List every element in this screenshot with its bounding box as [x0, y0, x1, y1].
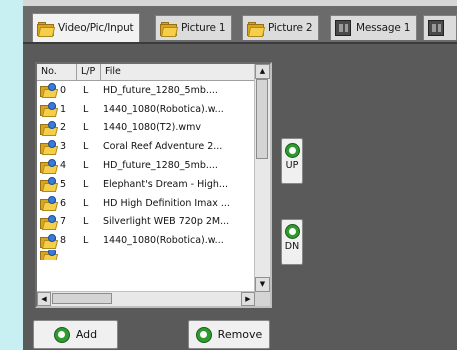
- item-file: HD_future_1280_5mb....: [103, 84, 218, 96]
- item-number: 1: [60, 103, 67, 115]
- vertical-scrollbar[interactable]: ▲ ▼: [254, 64, 270, 292]
- tab-bar: Video/Pic/Input Picture 1 Picture 2 Mess…: [23, 6, 457, 44]
- message-icon: [335, 20, 351, 36]
- scroll-down-arrow-icon[interactable]: ▼: [255, 277, 270, 292]
- item-file: Silverlight WEB 720p 2M...: [103, 216, 230, 228]
- item-file: 1440_1080(Robotica).w...: [103, 103, 224, 115]
- add-icon: [53, 326, 70, 343]
- item-lp: L: [83, 235, 89, 247]
- list-item[interactable]: 7 L Silverlight WEB 720p 2M...: [37, 213, 255, 232]
- remove-button[interactable]: Remove: [188, 320, 270, 349]
- list-item[interactable]: 8 L 1440_1080(Robotica).w...: [37, 231, 255, 250]
- list-item[interactable]: 6 L HD High Definition Imax ...: [37, 194, 255, 213]
- tab-message-1[interactable]: Message 1: [330, 15, 418, 40]
- tab-label: Picture 2: [268, 22, 313, 34]
- media-folder-icon: [39, 250, 59, 261]
- media-folder-icon: [39, 214, 59, 230]
- media-folder-icon: [39, 177, 59, 193]
- scroll-right-arrow-icon[interactable]: ▶: [241, 292, 255, 306]
- item-lp: L: [83, 103, 89, 115]
- move-up-button[interactable]: UP: [281, 138, 303, 184]
- item-lp: L: [83, 160, 89, 172]
- folder-icon: [247, 20, 266, 37]
- list-header: No. L/P File: [37, 64, 255, 81]
- media-folder-icon: [39, 139, 59, 155]
- column-header-no[interactable]: No.: [37, 64, 77, 80]
- item-number: 0: [60, 84, 67, 96]
- folder-icon: [160, 20, 179, 37]
- remove-icon: [195, 326, 212, 343]
- list-item[interactable]: 2 L 1440_1080(T2).wmv: [37, 119, 255, 138]
- move-up-label: UP: [285, 160, 299, 171]
- tab-label: Picture 1: [181, 22, 226, 34]
- item-number: 8: [60, 235, 67, 247]
- item-number: 5: [60, 178, 67, 190]
- list-item[interactable]: 4 L HD_future_1280_5mb....: [37, 156, 255, 175]
- item-number: 7: [60, 216, 67, 228]
- item-number: 2: [60, 122, 67, 134]
- app-window: Video/Pic/Input Picture 1 Picture 2 Mess…: [23, 0, 457, 350]
- tab-picture-1[interactable]: Picture 1: [155, 15, 233, 40]
- media-folder-icon: [39, 120, 59, 136]
- item-file: Elephant's Dream - High...: [103, 178, 228, 190]
- tab-picture-2[interactable]: Picture 2: [242, 15, 320, 40]
- list-item[interactable]: 5 L Elephant's Dream - High...: [37, 175, 255, 194]
- media-folder-icon: [39, 196, 59, 212]
- message-icon: [428, 20, 444, 36]
- item-lp: L: [83, 122, 89, 134]
- column-header-file[interactable]: File: [101, 64, 255, 80]
- item-lp: L: [83, 84, 89, 96]
- tab-label: Video/Pic/Input: [58, 22, 134, 34]
- add-button[interactable]: Add: [33, 320, 118, 349]
- item-number: 6: [60, 197, 67, 209]
- item-file: 1440_1080(Robotica).w...: [103, 235, 224, 247]
- item-file: 1440_1080(T2).wmv: [103, 122, 202, 134]
- media-folder-icon: [39, 83, 59, 99]
- item-file: Coral Reef Adventure 2...: [103, 141, 223, 153]
- item-file: HD High Definition Imax ...: [103, 197, 230, 209]
- tab-overflow[interactable]: [423, 15, 457, 40]
- horizontal-scrollbar[interactable]: ◀ ▶: [37, 291, 255, 306]
- media-folder-icon: [39, 158, 59, 174]
- media-folder-icon: [39, 102, 59, 118]
- scrollbar-corner: [255, 292, 270, 306]
- item-number: 4: [60, 160, 67, 172]
- list-rows: 0 L HD_future_1280_5mb.... 1 L 1440_1080…: [37, 81, 255, 261]
- tab-label: Message 1: [356, 22, 411, 34]
- item-lp: L: [83, 178, 89, 190]
- item-lp: L: [83, 141, 89, 153]
- folder-icon: [37, 20, 56, 37]
- column-header-lp[interactable]: L/P: [77, 64, 101, 80]
- horizontal-scroll-thumb[interactable]: [52, 293, 112, 304]
- media-folder-icon: [39, 233, 59, 249]
- green-circle-icon: [284, 143, 300, 158]
- remove-label: Remove: [217, 328, 263, 341]
- move-down-button[interactable]: DN: [281, 219, 303, 265]
- vertical-scroll-thumb[interactable]: [256, 79, 268, 159]
- add-label: Add: [75, 328, 98, 341]
- list-item[interactable]: 0 L HD_future_1280_5mb....: [37, 81, 255, 100]
- scroll-left-arrow-icon[interactable]: ◀: [37, 292, 51, 306]
- tab-video-pic-input[interactable]: Video/Pic/Input: [32, 13, 141, 42]
- list-item-partial[interactable]: [37, 250, 255, 261]
- list-item[interactable]: 1 L 1440_1080(Robotica).w...: [37, 100, 255, 119]
- move-down-label: DN: [284, 241, 300, 252]
- item-lp: L: [83, 197, 89, 209]
- green-circle-icon: [284, 224, 300, 239]
- item-number: 3: [60, 141, 67, 153]
- file-list[interactable]: No. L/P File 0 L HD_future_1280_5mb.... …: [35, 62, 272, 308]
- item-file: HD_future_1280_5mb....: [103, 160, 218, 172]
- scroll-up-arrow-icon[interactable]: ▲: [255, 64, 270, 79]
- list-item[interactable]: 3 L Coral Reef Adventure 2...: [37, 137, 255, 156]
- item-lp: L: [83, 216, 89, 228]
